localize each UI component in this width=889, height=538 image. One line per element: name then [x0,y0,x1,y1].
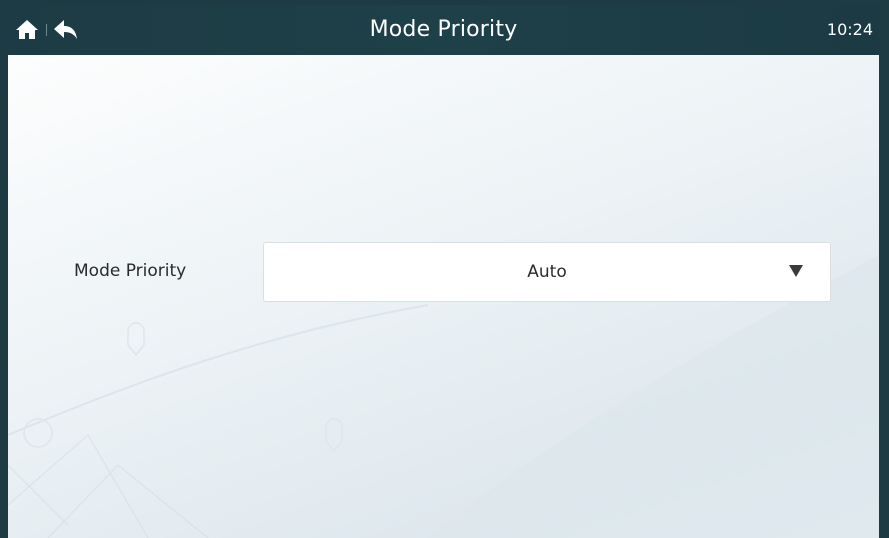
mode-priority-label: Mode Priority [74,261,187,281]
dropdown-triangle-icon [789,265,803,277]
page-title: Mode Priority [369,17,518,42]
home-icon [16,20,38,39]
dropdown-selected-value: Auto [527,262,567,282]
clock: 10:24 [826,20,873,39]
header-bar: Mode Priority 10:24 [8,5,879,55]
back-button[interactable] [52,17,80,43]
header-divider [46,24,47,36]
app-screen: Mode Priority 10:24 Mode Priority Auto [8,5,879,538]
back-arrow-icon [54,20,77,39]
mode-priority-dropdown[interactable]: Auto [263,242,831,302]
home-button[interactable] [14,17,40,43]
